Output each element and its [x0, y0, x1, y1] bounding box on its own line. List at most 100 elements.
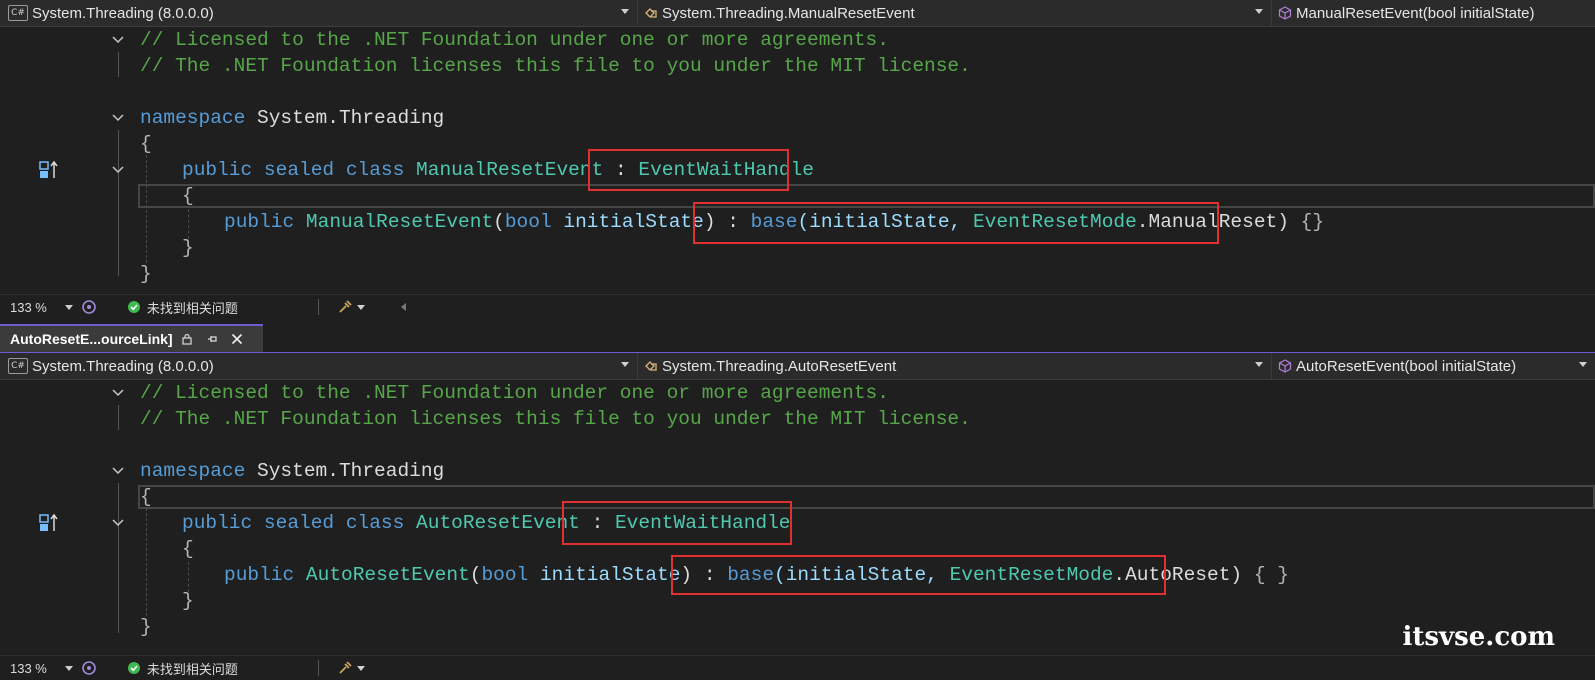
- namespace-open-brace: {: [140, 486, 152, 508]
- namespace-close-brace: }: [140, 616, 152, 638]
- class-modifiers: public sealed class: [182, 512, 405, 534]
- project-dropdown[interactable]: C# System.Threading (8.0.0.0): [0, 353, 638, 379]
- namespace-indent-guide: [146, 155, 147, 263]
- param-type: bool: [504, 211, 552, 233]
- namespace-open-brace: {: [140, 133, 152, 155]
- implementation-icon[interactable]: [38, 159, 60, 181]
- issues-status[interactable]: 未找到相关问题: [147, 298, 238, 317]
- csharp-file-icon: C#: [8, 358, 28, 374]
- brush-dropdown-arrow[interactable]: [356, 665, 365, 671]
- class-modifiers: public sealed class: [182, 159, 405, 181]
- brush-icon[interactable]: [337, 660, 353, 676]
- comment-line: // The .NET Foundation licenses this fil…: [140, 55, 971, 77]
- watermark-text: itsvse.com: [1402, 622, 1555, 652]
- class-close-brace: }: [182, 237, 194, 259]
- csharp-file-icon: C#: [8, 5, 28, 21]
- bottom-code-editor[interactable]: // Licensed to the .NET Foundation under…: [0, 380, 1595, 655]
- copilot-icon[interactable]: [81, 299, 97, 315]
- top-status-bar: 133 % 未找到相关问题: [0, 294, 1595, 319]
- chevron-down-icon: [621, 362, 629, 367]
- status-divider: [317, 660, 319, 676]
- zoom-level[interactable]: 133 %: [10, 300, 47, 315]
- tab-title: AutoResetE...ourceLink]: [10, 331, 173, 347]
- project-dropdown[interactable]: C# System.Threading (8.0.0.0): [0, 0, 638, 26]
- bottom-status-bar: 133 % 未找到相关问题: [0, 655, 1595, 680]
- fold-chevron-icon[interactable]: [112, 387, 124, 399]
- class-name: AutoResetEvent: [416, 512, 580, 534]
- chevron-down-icon: [621, 9, 629, 14]
- fold-chevron-icon[interactable]: [112, 517, 124, 529]
- namespace-keyword: namespace: [140, 107, 246, 129]
- zoom-level[interactable]: 133 %: [10, 661, 47, 676]
- method-icon: [1278, 6, 1292, 20]
- fold-chevron-icon[interactable]: [112, 164, 124, 176]
- fold-chevron-icon[interactable]: [112, 112, 124, 124]
- scroll-left-arrow[interactable]: [400, 303, 406, 311]
- namespace-declaration: namespace System.Threading: [140, 458, 444, 484]
- highlight-box-base-call: [693, 202, 1219, 244]
- namespace-fold-guide: [118, 130, 119, 276]
- fold-chevron-icon[interactable]: [112, 465, 124, 477]
- close-icon[interactable]: [231, 333, 243, 345]
- highlight-box-base-call: [671, 555, 1166, 595]
- top-navigation-bar: C# System.Threading (8.0.0.0) System.Thr…: [0, 0, 1595, 27]
- chevron-down-icon: [1255, 9, 1263, 14]
- param-name: initialState: [563, 211, 704, 233]
- namespace-fold-guide: [118, 483, 119, 633]
- lock-icon: [181, 333, 192, 345]
- class-close-brace: }: [182, 590, 194, 612]
- project-label: System.Threading (8.0.0.0): [32, 357, 214, 375]
- member-label: AutoResetEvent(bool initialState): [1296, 357, 1517, 375]
- member-dropdown[interactable]: AutoResetEvent(bool initialState): [1272, 353, 1595, 379]
- check-icon: [127, 301, 140, 313]
- param-name: initialState: [539, 564, 681, 586]
- highlight-box-base-type: [588, 149, 789, 191]
- bottom-navigation-bar: C# System.Threading (8.0.0.0) System.Thr…: [0, 353, 1595, 380]
- zoom-dropdown-arrow[interactable]: [64, 665, 73, 671]
- type-label: System.Threading.ManualResetEvent: [662, 4, 915, 22]
- namespace-name: System.Threading: [257, 460, 445, 482]
- comment-fold-guide: [118, 52, 119, 77]
- check-icon: [127, 662, 140, 674]
- brush-dropdown-arrow[interactable]: [356, 304, 365, 310]
- issues-status[interactable]: 未找到相关问题: [147, 659, 238, 678]
- implementation-icon[interactable]: [38, 512, 60, 534]
- type-label: System.Threading.AutoResetEvent: [662, 357, 897, 375]
- zoom-dropdown-arrow[interactable]: [64, 304, 73, 310]
- namespace-indent-guide: [146, 508, 147, 616]
- method-icon: [1278, 359, 1292, 373]
- constructor-body: { }: [1253, 564, 1289, 586]
- type-dropdown[interactable]: System.Threading.ManualResetEvent: [638, 0, 1272, 26]
- highlight-box-base-type: [562, 501, 792, 545]
- constructor-modifier: public: [224, 211, 295, 233]
- open-paren: (: [469, 564, 482, 586]
- class-icon: [645, 361, 657, 371]
- fold-chevron-icon[interactable]: [112, 34, 124, 46]
- document-tab-bar: AutoResetE...ourceLink]: [0, 324, 1595, 354]
- namespace-name: System.Threading: [257, 107, 445, 129]
- constructor-name: AutoResetEvent: [305, 564, 470, 586]
- top-code-editor[interactable]: // Licensed to the .NET Foundation under…: [0, 27, 1595, 295]
- tab-autoresetevent[interactable]: AutoResetE...ourceLink]: [0, 324, 263, 352]
- chevron-down-icon: [1579, 362, 1587, 367]
- constructor-modifier: public: [224, 564, 295, 586]
- constructor-body: {}: [1300, 211, 1325, 233]
- member-dropdown[interactable]: ManualResetEvent(bool initialState): [1272, 0, 1595, 26]
- param-type: bool: [481, 564, 529, 586]
- namespace-close-brace: }: [140, 263, 152, 285]
- type-dropdown[interactable]: System.Threading.AutoResetEvent: [638, 353, 1272, 379]
- pin-icon[interactable]: [207, 333, 219, 345]
- brush-icon[interactable]: [337, 299, 353, 315]
- member-label: ManualResetEvent(bool initialState): [1296, 4, 1535, 22]
- namespace-declaration: namespace System.Threading: [140, 105, 444, 131]
- copilot-icon[interactable]: [81, 660, 97, 676]
- constructor-name: ManualResetEvent: [305, 211, 494, 233]
- open-paren: (: [493, 211, 505, 233]
- comment-fold-guide: [118, 405, 119, 430]
- current-line-highlight: [138, 485, 1595, 509]
- comment-line: // Licensed to the .NET Foundation under…: [140, 29, 889, 51]
- comment-line: // Licensed to the .NET Foundation under…: [140, 382, 889, 404]
- status-divider: [317, 299, 319, 315]
- class-open-brace: {: [182, 185, 194, 207]
- project-label: System.Threading (8.0.0.0): [32, 4, 214, 22]
